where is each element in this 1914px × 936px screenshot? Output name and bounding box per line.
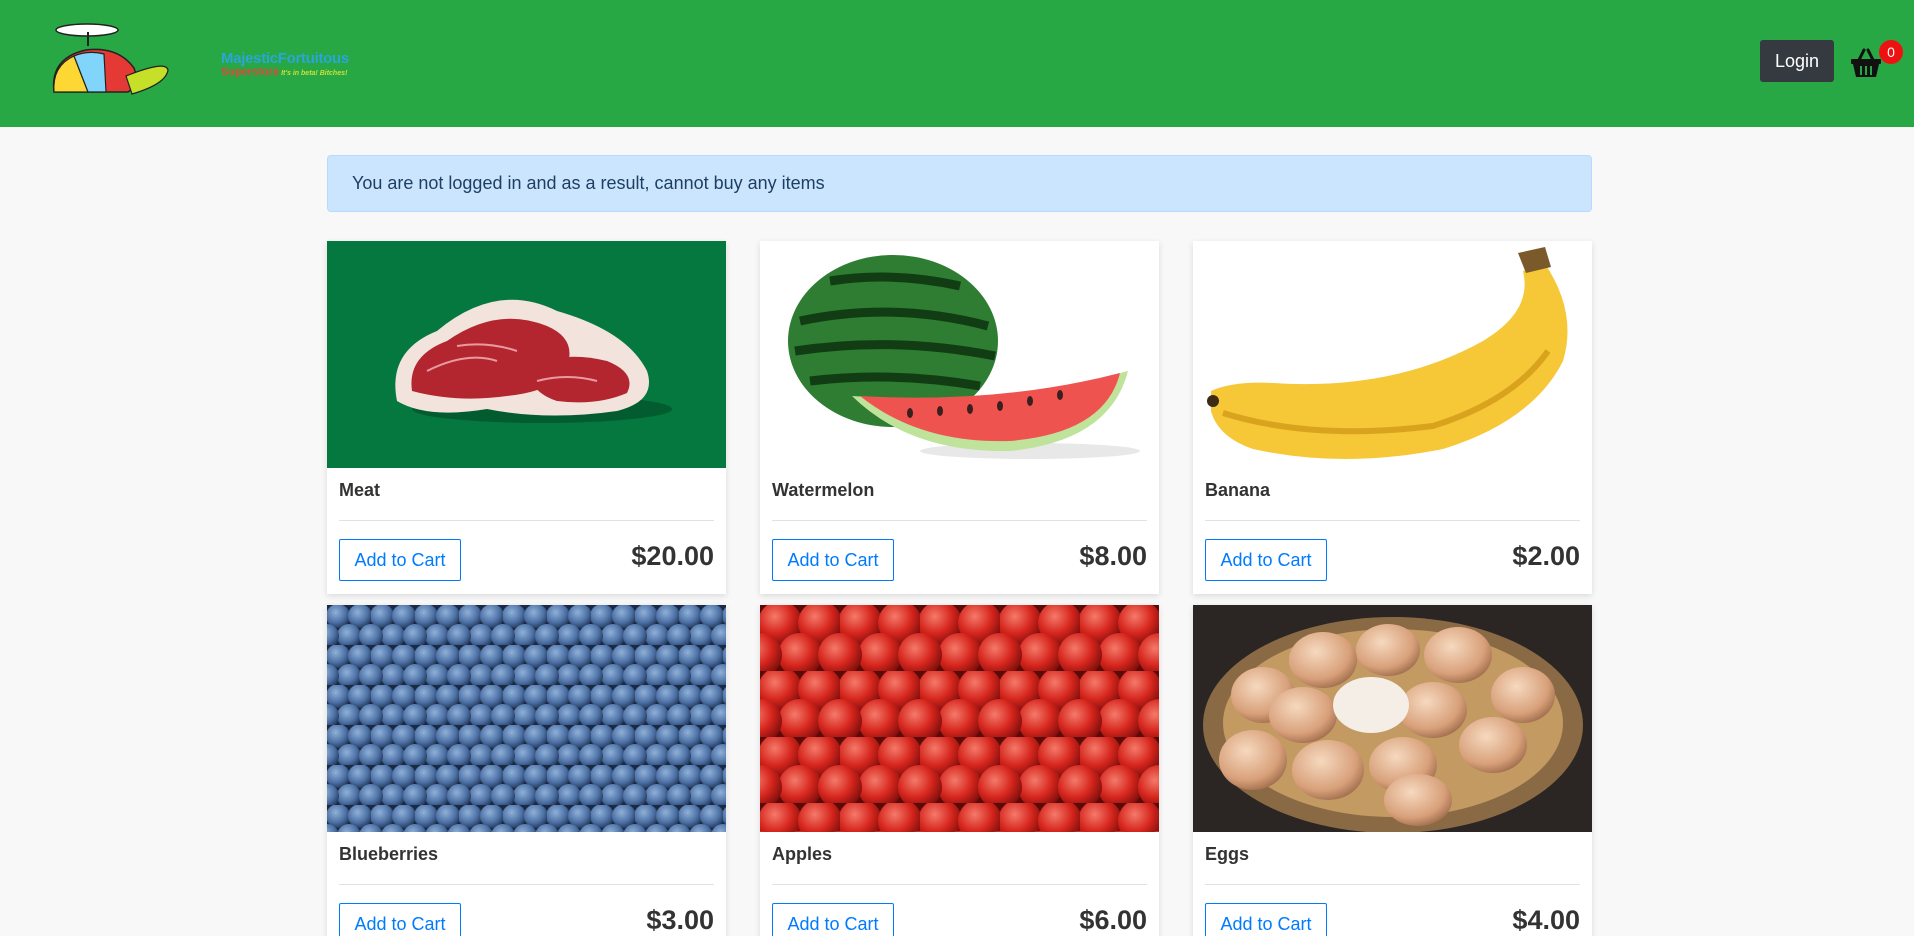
apples-image (760, 605, 1159, 832)
card-divider (772, 520, 1147, 521)
card-divider (772, 884, 1147, 885)
add-to-cart-button[interactable]: Add to Cart (339, 539, 461, 581)
logo-text: MajesticFortuitous Superstore It's in bet… (221, 51, 349, 78)
card-divider (1205, 884, 1580, 885)
card-divider (1205, 520, 1580, 521)
product-grid: Meat Add to Cart $20.00 Watermelon Add t… (327, 241, 1592, 936)
add-to-cart-button[interactable]: Add to Cart (772, 539, 894, 581)
product-card-apples: Apples Add to Cart $6.00 (760, 605, 1159, 936)
product-name: Banana (1205, 480, 1271, 500)
login-required-alert: You are not logged in and as a result, c… (327, 155, 1592, 212)
product-name: Watermelon (772, 480, 875, 500)
logo-name: MajesticFortuitous (221, 50, 349, 67)
banana-image (1193, 241, 1592, 468)
add-to-cart-button[interactable]: Add to Cart (1205, 539, 1327, 581)
product-price: $3.00 (646, 905, 714, 935)
cart-count-badge: 0 (1879, 40, 1903, 64)
add-to-cart-button[interactable]: Add to Cart (1205, 903, 1327, 936)
card-divider (339, 520, 714, 521)
product-card-banana: Banana Add to Cart $2.00 (1193, 241, 1592, 594)
watermelon-image (760, 241, 1159, 468)
product-price: $8.00 (1079, 541, 1147, 571)
shopping-basket-icon (1851, 48, 1881, 77)
product-card-meat: Meat Add to Cart $20.00 (327, 241, 726, 594)
product-price: $6.00 (1079, 905, 1147, 935)
product-card-eggs: Eggs Add to Cart $4.00 (1193, 605, 1592, 936)
logo-sub: Superstore It's in beta! Bitches! (221, 67, 349, 78)
logo-tagline: It's in beta! Bitches! (281, 70, 348, 77)
product-name: Apples (772, 844, 833, 864)
product-price: $2.00 (1512, 541, 1580, 571)
product-card-watermelon: Watermelon Add to Cart $8.00 (760, 241, 1159, 594)
blueberries-image (327, 605, 726, 832)
cart-button[interactable]: 0 (1848, 40, 1904, 84)
card-divider (339, 884, 714, 885)
add-to-cart-button[interactable]: Add to Cart (772, 903, 894, 936)
product-name: Eggs (1205, 844, 1250, 864)
add-to-cart-button[interactable]: Add to Cart (339, 903, 461, 936)
alert-text: You are not logged in and as a result, c… (352, 173, 825, 193)
navbar: MajesticFortuitous Superstore It's in bet… (0, 0, 1914, 127)
product-name: Meat (339, 480, 381, 500)
meat-image (327, 241, 726, 468)
login-button[interactable]: Login (1760, 40, 1834, 82)
logo-subname: Superstore (221, 66, 280, 78)
eggs-image (1193, 605, 1592, 832)
product-price: $20.00 (631, 541, 714, 571)
product-name: Blueberries (339, 844, 439, 864)
product-card-blueberries: Blueberries Add to Cart $3.00 (327, 605, 726, 936)
product-price: $4.00 (1512, 905, 1580, 935)
store-logo[interactable]: MajesticFortuitous Superstore It's in bet… (48, 18, 349, 108)
propeller-cap-logo-icon (52, 23, 169, 95)
